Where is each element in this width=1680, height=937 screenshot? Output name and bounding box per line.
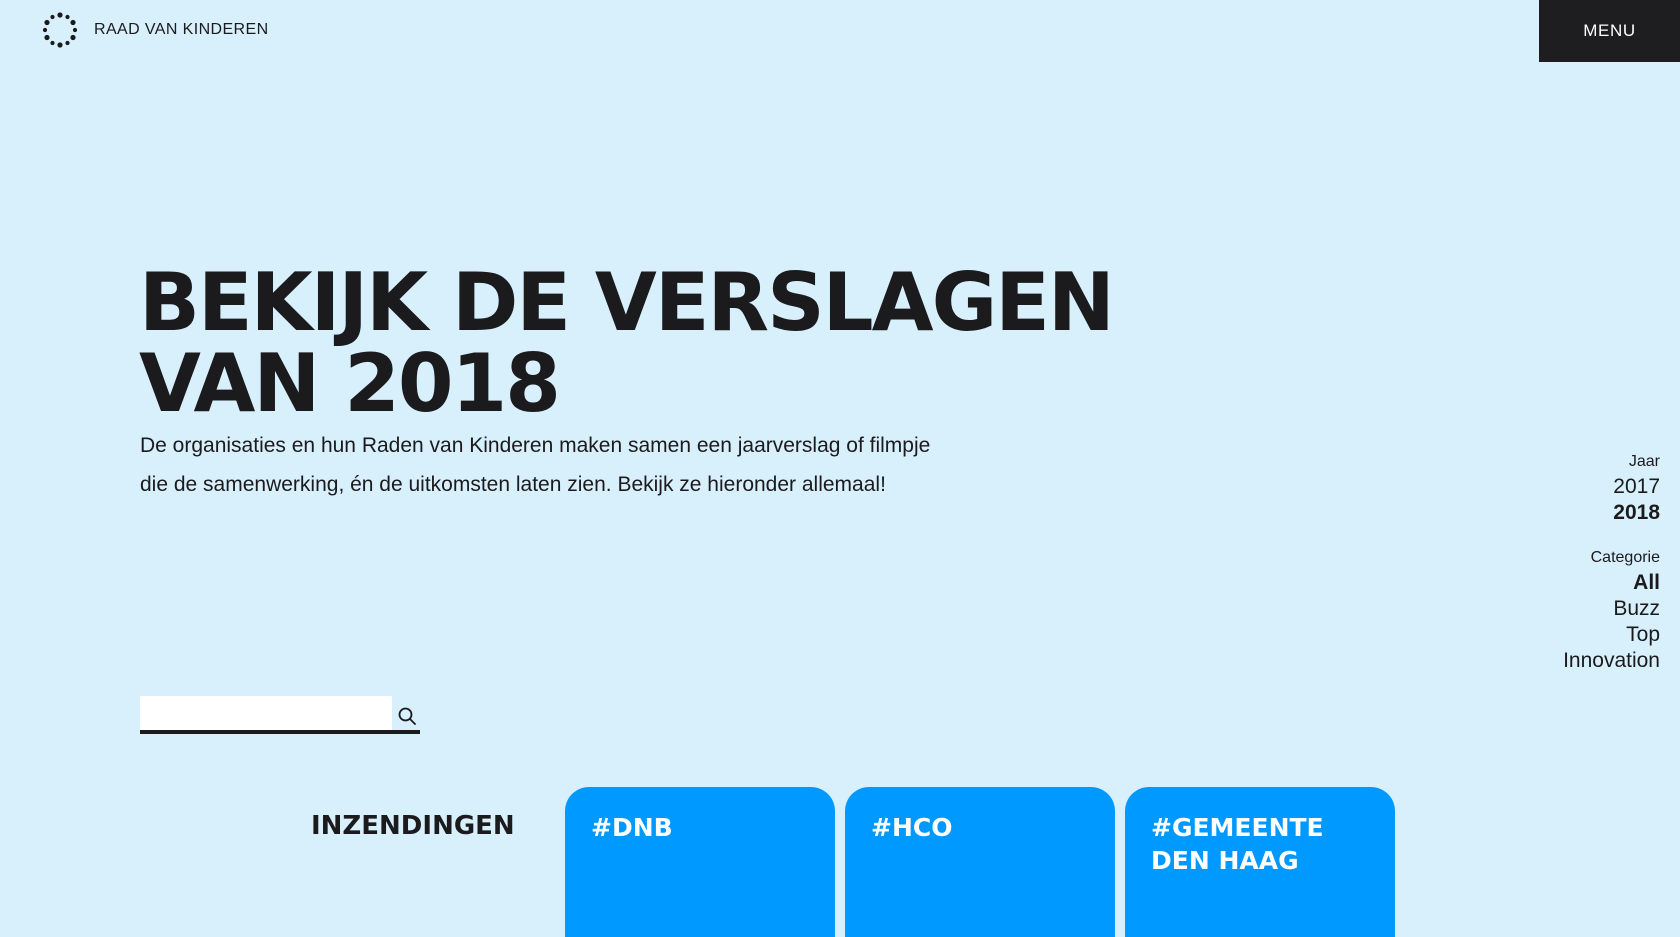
submission-card-title: #GEMEENTE DEN HAAG: [1151, 813, 1324, 875]
filter-category-all[interactable]: All: [1460, 570, 1660, 596]
submission-card-dnb[interactable]: #DNB: [565, 787, 835, 937]
filter-category-buzz[interactable]: Buzz: [1460, 596, 1660, 622]
search-bar: [140, 696, 420, 734]
filter-category-innovation[interactable]: Innovation: [1460, 648, 1660, 674]
filter-heading-year: Jaar: [1628, 453, 1660, 470]
filter-year-2018[interactable]: 2018: [1460, 500, 1660, 526]
filter-heading-category: Categorie: [1590, 549, 1660, 566]
page-title-line-2: VAN 2018: [139, 337, 561, 430]
submission-card-gemeente-den-haag[interactable]: #GEMEENTE DEN HAAG: [1125, 787, 1395, 937]
submission-card-title: #HCO: [871, 813, 953, 842]
submission-card-title: #DNB: [591, 813, 673, 842]
page-title-line-1: BEKIJK DE VERSLAGEN: [139, 256, 1115, 349]
submissions-heading: INZENDINGEN: [311, 811, 515, 841]
search-button[interactable]: [393, 696, 420, 730]
filter-year-2017[interactable]: 2017: [1460, 474, 1660, 500]
intro-text: De organisaties en hun Raden van Kindere…: [140, 434, 931, 496]
brand-home-link[interactable]: RAAD VAN KINDEREN: [40, 10, 269, 50]
submission-card-hco[interactable]: #HCO: [845, 787, 1115, 937]
search-icon: [398, 707, 416, 725]
page-title: BEKIJK DE VERSLAGEN VAN 2018: [139, 262, 1339, 424]
search-input[interactable]: [140, 696, 392, 730]
filter-spacer: [1460, 526, 1660, 546]
menu-button[interactable]: MENU: [1539, 0, 1680, 62]
filters-panel: Jaar 2017 2018 Categorie All Buzz Top In…: [1460, 450, 1660, 674]
logo-dots-icon: [42, 12, 78, 48]
brand-name: RAAD VAN KINDEREN: [94, 21, 269, 38]
filter-category-top[interactable]: Top: [1460, 622, 1660, 648]
